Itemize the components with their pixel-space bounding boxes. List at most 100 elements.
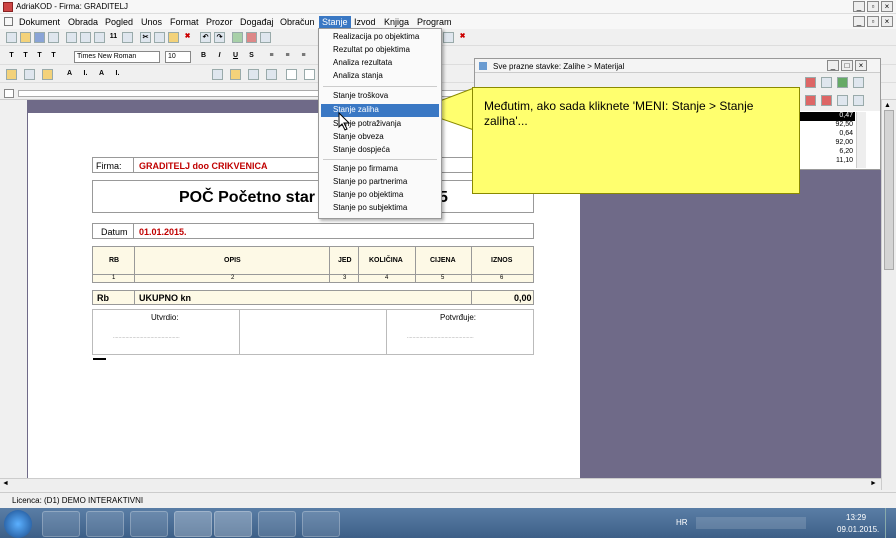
- text-style-4-icon[interactable]: T: [48, 51, 59, 62]
- subwindow-close[interactable]: ×: [855, 60, 867, 71]
- horizontal-scrollbar[interactable]: ◄ ►: [0, 478, 881, 490]
- taskbar-ie-icon[interactable]: [86, 511, 124, 537]
- tray-icons[interactable]: [696, 517, 806, 529]
- taskbar-media-icon[interactable]: [130, 511, 168, 537]
- tool-j-icon[interactable]: [248, 69, 259, 80]
- find-icon[interactable]: [94, 32, 105, 43]
- menu-stanje[interactable]: Stanje: [319, 16, 351, 28]
- tool-icon[interactable]: [443, 32, 454, 43]
- cut-icon[interactable]: ✂: [140, 32, 151, 43]
- italic-icon[interactable]: I: [214, 51, 225, 62]
- align-right-icon[interactable]: ≡: [298, 51, 309, 62]
- menu-dokument[interactable]: Dokument: [16, 16, 63, 28]
- menu-item-realizacija[interactable]: Realizacija po objektima: [333, 31, 419, 43]
- tool-k-icon[interactable]: [266, 69, 277, 80]
- menu-unos[interactable]: Unos: [138, 16, 165, 28]
- tool-d-icon[interactable]: A: [64, 69, 75, 80]
- strike-icon[interactable]: S: [246, 51, 257, 62]
- minimize-button[interactable]: _: [853, 1, 865, 12]
- underline-icon[interactable]: U: [230, 51, 241, 62]
- menu-item-stanje-obveza[interactable]: Stanje obveza: [333, 131, 384, 143]
- tool-l-icon[interactable]: [286, 69, 297, 80]
- text-style-1-icon[interactable]: T: [6, 51, 17, 62]
- scroll-left-icon[interactable]: ◄: [2, 480, 9, 487]
- clock-date[interactable]: 09.01.2015.: [837, 525, 879, 534]
- value-row-2[interactable]: 92,50: [800, 121, 855, 128]
- sub-tool-g-icon[interactable]: [837, 95, 848, 106]
- sub-tool-h-icon[interactable]: [853, 95, 864, 106]
- text-style-2-icon[interactable]: T: [20, 51, 31, 62]
- close-button[interactable]: ×: [881, 1, 893, 12]
- save-icon[interactable]: [34, 32, 45, 43]
- menu-izvod[interactable]: Izvod: [351, 16, 379, 28]
- tool-a-icon[interactable]: [6, 69, 17, 80]
- delete-icon[interactable]: ✖: [182, 32, 193, 43]
- menu-dogadaj[interactable]: Događaj: [237, 16, 277, 28]
- menu-obrada[interactable]: Obrada: [65, 16, 101, 28]
- taskbar-chrome-icon[interactable]: [174, 511, 212, 537]
- scroll-right-icon[interactable]: ►: [870, 480, 877, 487]
- restore-button[interactable]: ▫: [867, 1, 879, 12]
- doc-close-button[interactable]: ×: [881, 16, 893, 27]
- menu-item-stanje-dospjeca[interactable]: Stanje dospjeća: [333, 144, 390, 156]
- menu-item-po-firmama[interactable]: Stanje po firmama: [333, 163, 398, 175]
- print-icon[interactable]: [48, 32, 59, 43]
- clock-time[interactable]: 13:29: [846, 513, 866, 522]
- sub-tool-c-icon[interactable]: [837, 77, 848, 88]
- sub-tool-b-icon[interactable]: [821, 77, 832, 88]
- menu-item-analiza-stanja[interactable]: Analiza stanja: [333, 70, 383, 82]
- taskbar-app1-icon[interactable]: [214, 511, 252, 537]
- language-indicator[interactable]: HR: [676, 518, 688, 527]
- menu-item-rezultat[interactable]: Rezultat po objektima: [333, 44, 410, 56]
- sub-tool-e-icon[interactable]: [805, 95, 816, 106]
- menu-pogled[interactable]: Pogled: [102, 16, 136, 28]
- menu-item-po-subjektima[interactable]: Stanje po subjektima: [333, 202, 407, 214]
- sub-tool-f-icon[interactable]: [821, 95, 832, 106]
- mail-icon[interactable]: [260, 32, 271, 43]
- taskbar-explorer-icon[interactable]: [42, 511, 80, 537]
- taskbar-app2-icon[interactable]: [258, 511, 296, 537]
- preview-icon[interactable]: [66, 32, 77, 43]
- menu-item-analiza-rezultata[interactable]: Analiza rezultata: [333, 57, 392, 69]
- doc-restore-button[interactable]: ▫: [867, 16, 879, 27]
- tool-h-icon[interactable]: [212, 69, 223, 80]
- tool-c-icon[interactable]: [42, 69, 53, 80]
- tool-b-icon[interactable]: [24, 69, 35, 80]
- sub-tool-a-icon[interactable]: [805, 77, 816, 88]
- text-style-3-icon[interactable]: T: [34, 51, 45, 62]
- align-left-icon[interactable]: ≡: [266, 51, 277, 62]
- undo-icon[interactable]: ↶: [200, 32, 211, 43]
- copy-icon[interactable]: [154, 32, 165, 43]
- show-desktop-button[interactable]: [885, 508, 896, 538]
- scroll-thumb[interactable]: [884, 110, 894, 270]
- paste-icon[interactable]: [168, 32, 179, 43]
- doc-menu-icon[interactable]: [4, 17, 13, 26]
- menu-item-po-partnerima[interactable]: Stanje po partnerima: [333, 176, 407, 188]
- zoom-icon[interactable]: [80, 32, 91, 43]
- bold-icon[interactable]: B: [198, 51, 209, 62]
- font-size-select[interactable]: 10: [165, 51, 191, 63]
- refresh-icon[interactable]: [232, 32, 243, 43]
- value-row-3[interactable]: 0,64: [800, 130, 855, 137]
- subwindow-maximize[interactable]: □: [841, 60, 853, 71]
- tool-g-icon[interactable]: I.: [112, 69, 123, 80]
- menu-format[interactable]: Format: [167, 16, 202, 28]
- menu-item-stanje-troskova[interactable]: Stanje troškova: [333, 90, 388, 102]
- sub-tool-d-icon[interactable]: [853, 77, 864, 88]
- tool-i-icon[interactable]: [230, 69, 241, 80]
- vertical-scrollbar[interactable]: ▲: [881, 100, 896, 490]
- menu-program[interactable]: Program: [414, 16, 455, 28]
- value-row-4[interactable]: 92,00: [800, 139, 855, 146]
- menu-knjiga[interactable]: Knjiga: [381, 16, 412, 28]
- start-button[interactable]: [4, 510, 32, 538]
- cancel-icon[interactable]: ✖: [457, 32, 468, 43]
- font-select[interactable]: Times New Roman: [74, 51, 160, 63]
- menu-obracun[interactable]: Obračun: [277, 16, 318, 28]
- tool-e-icon[interactable]: I.: [80, 69, 91, 80]
- home-icon[interactable]: [246, 32, 257, 43]
- subwindow-scrollbar[interactable]: [856, 112, 866, 168]
- redo-icon[interactable]: ↷: [214, 32, 225, 43]
- tool-m-icon[interactable]: [304, 69, 315, 80]
- value-row-6[interactable]: 11,10: [800, 157, 855, 164]
- menu-item-po-objektima[interactable]: Stanje po objektima: [333, 189, 403, 201]
